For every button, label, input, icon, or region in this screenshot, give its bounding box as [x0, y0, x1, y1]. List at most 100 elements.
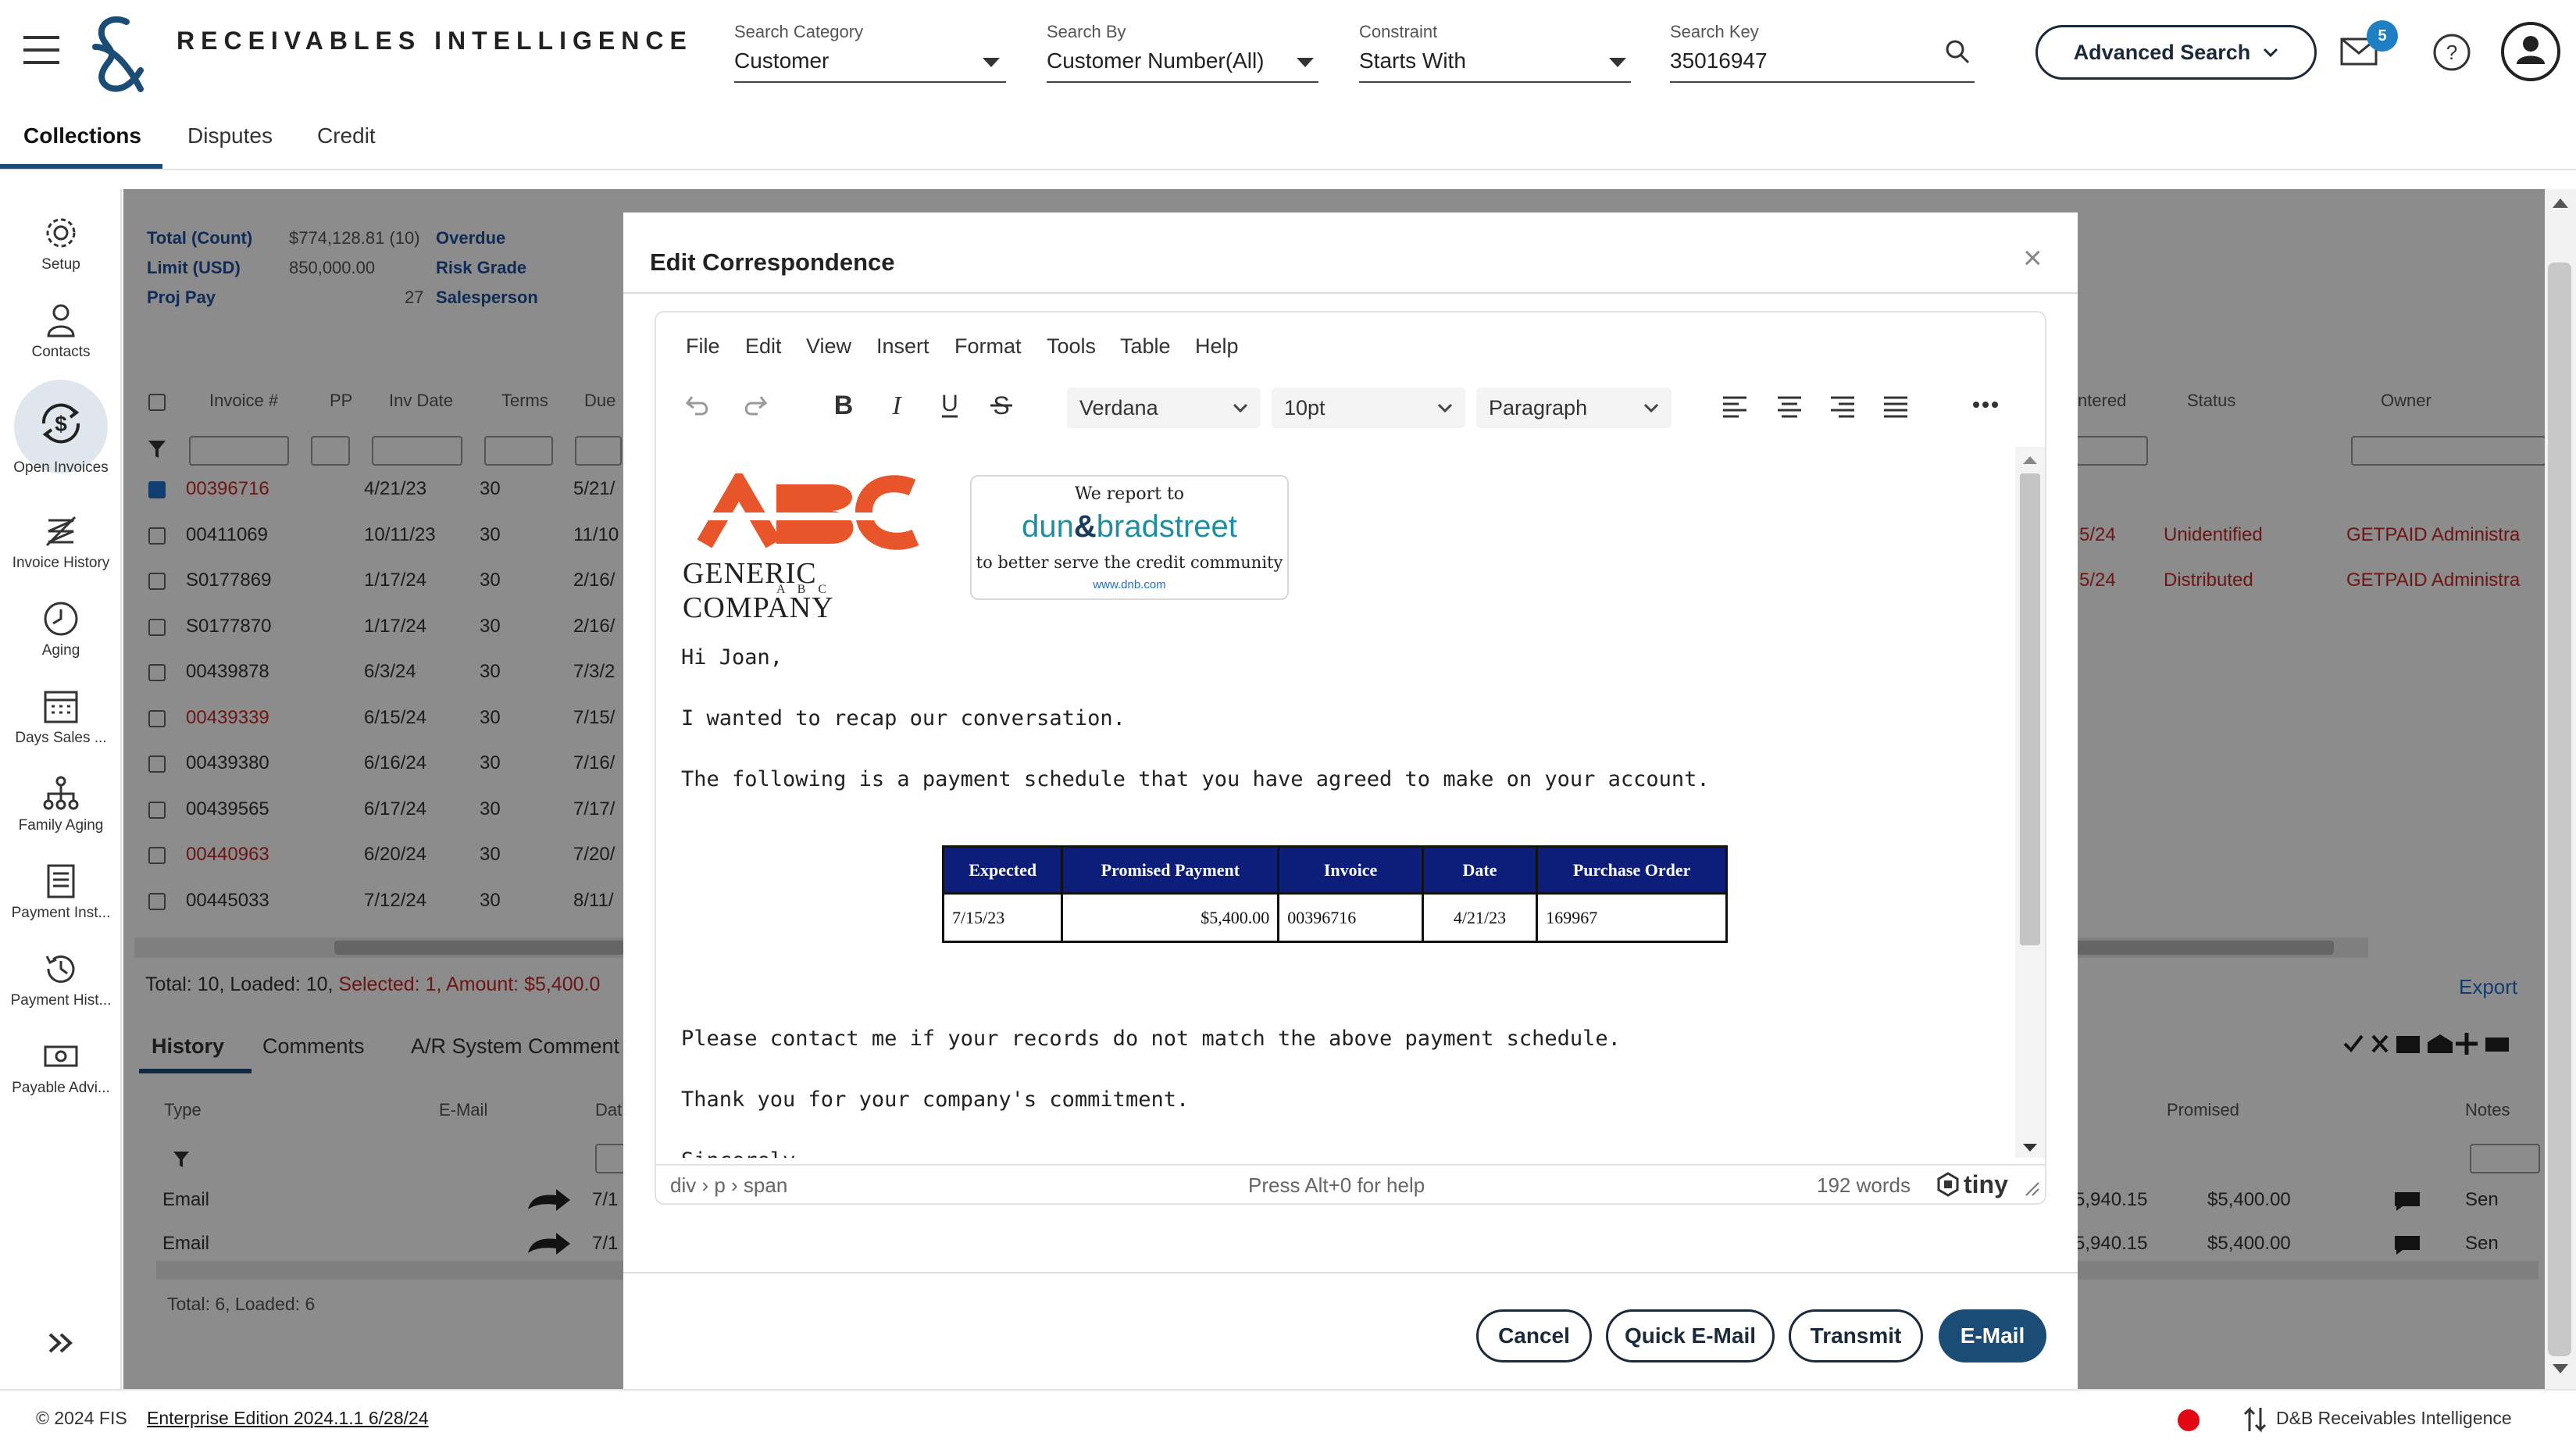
document-icon — [47, 864, 75, 898]
chevron-down-icon — [1643, 403, 1659, 412]
nav-contacts[interactable]: Contacts — [0, 302, 122, 361]
svg-text:B: B — [834, 391, 854, 419]
svg-text:I: I — [891, 391, 902, 419]
menu-help[interactable]: Help — [1195, 334, 1239, 359]
dialog-footer-divider — [623, 1272, 2078, 1273]
search-category-underline — [734, 81, 1006, 83]
nav-invoice-history[interactable]: Invoice History — [0, 512, 122, 572]
dnb-brand-left: dun — [1022, 509, 1074, 544]
font-size-value: 10pt — [1284, 395, 1325, 420]
schedule-header-date: Date — [1421, 845, 1539, 895]
menu-table[interactable]: Table — [1120, 334, 1171, 359]
nav-days-sales[interactable]: Days Sales ... — [0, 688, 122, 747]
clock-icon — [44, 602, 78, 636]
mail-count-badge: 5 — [2367, 20, 2398, 52]
chevron-down-icon[interactable] — [1297, 58, 1314, 67]
bold-icon[interactable]: B — [831, 391, 856, 419]
page-scrollbar-thumb[interactable] — [2548, 262, 2571, 1356]
tab-collections[interactable]: Collections — [23, 123, 141, 148]
expand-nav-icon[interactable] — [47, 1331, 75, 1355]
tiny-logo-icon[interactable] — [1936, 1172, 1961, 1197]
align-right-icon[interactable] — [1829, 395, 1856, 419]
payment-schedule-table: Expected Promised Payment Invoice Date P… — [941, 845, 1728, 943]
block-format-select[interactable]: Paragraph — [1476, 388, 1672, 428]
email-button[interactable]: E-Mail — [1939, 1309, 2046, 1362]
chevron-down-icon[interactable] — [1609, 58, 1626, 67]
schedule-cell-po: 169967 — [1536, 892, 1728, 943]
search-key-underline — [1670, 81, 1975, 83]
strikethrough-icon[interactable]: S — [989, 391, 1014, 419]
constraint-select[interactable]: Starts With — [1359, 48, 1466, 73]
font-size-select[interactable]: 10pt — [1272, 388, 1465, 428]
menu-view[interactable]: View — [806, 334, 851, 359]
nav-aging[interactable]: Aging — [0, 600, 122, 659]
help-hint: Press Alt+0 for help — [1248, 1173, 1425, 1197]
ampersand-logo — [86, 16, 148, 92]
dnb-brand-right: bradstreet — [1096, 509, 1237, 544]
menu-tools[interactable]: Tools — [1047, 334, 1096, 359]
dnb-url: www.dnb.com — [1093, 578, 1166, 591]
dnb-line2: to better serve the credit community — [976, 553, 1283, 572]
more-options-icon[interactable] — [1971, 400, 2000, 409]
user-avatar-icon[interactable] — [2499, 20, 2562, 83]
cancel-button[interactable]: Cancel — [1476, 1309, 1592, 1362]
tab-disputes[interactable]: Disputes — [187, 123, 273, 148]
search-by-select[interactable]: Customer Number(All) — [1047, 48, 1265, 73]
dnb-brand: dun&bradstreet — [1022, 509, 1237, 544]
search-category-select[interactable]: Customer — [734, 48, 829, 73]
nav-open-invoices[interactable]: $ Open Invoices — [0, 398, 122, 477]
editor-scroll-down-icon[interactable] — [2021, 1142, 2039, 1153]
calendar-icon — [44, 691, 78, 723]
svg-text:U: U — [941, 391, 958, 416]
block-format-value: Paragraph — [1489, 395, 1588, 420]
nav-payment-inst[interactable]: Payment Inst... — [0, 862, 122, 922]
scroll-up-icon[interactable] — [2551, 197, 2570, 209]
search-icon[interactable] — [1945, 39, 1970, 64]
chevron-down-icon[interactable] — [983, 58, 1000, 67]
search-key-label: Search Key — [1670, 22, 1759, 41]
redo-icon[interactable] — [740, 391, 769, 419]
generic-company-logo: GENERIC COMPANY A B C — [683, 473, 940, 624]
menu-insert[interactable]: Insert — [876, 334, 929, 359]
editor-scrollbar-thumb[interactable] — [2020, 473, 2040, 945]
tab-credit[interactable]: Credit — [317, 123, 376, 148]
schedule-header-invoice: Invoice — [1277, 845, 1424, 895]
constraint-underline — [1359, 81, 1631, 83]
resize-handle-icon[interactable] — [2025, 1181, 2040, 1197]
advanced-search-button[interactable]: Advanced Search — [2035, 25, 2317, 80]
justify-icon[interactable] — [1882, 395, 1909, 419]
edition-link[interactable]: Enterprise Edition 2024.1.1 6/28/24 — [147, 1408, 429, 1429]
undo-icon[interactable] — [684, 391, 712, 419]
nav-payable-advice[interactable]: Payable Advi... — [0, 1038, 122, 1097]
chevron-down-icon — [1437, 403, 1453, 412]
nav-label: Invoice History — [12, 555, 110, 571]
help-icon[interactable]: ? — [2432, 33, 2471, 72]
scroll-down-icon[interactable] — [2551, 1362, 2570, 1375]
menu-file[interactable]: File — [686, 334, 720, 359]
paragraph-signoff: Sincerely — [681, 1148, 795, 1158]
word-count[interactable]: 192 words — [1817, 1173, 1911, 1198]
status-indicator-dot — [2178, 1409, 2200, 1431]
person-icon — [47, 304, 75, 338]
hamburger-menu-icon[interactable] — [23, 34, 62, 66]
quick-email-button[interactable]: Quick E-Mail — [1606, 1309, 1775, 1362]
font-family-select[interactable]: Verdana — [1067, 388, 1261, 428]
align-left-icon[interactable] — [1721, 395, 1748, 419]
menu-format[interactable]: Format — [954, 334, 1022, 359]
copyright: © 2024 FIS — [36, 1408, 127, 1428]
align-center-icon[interactable] — [1776, 395, 1803, 419]
element-path[interactable]: div › p › span — [670, 1173, 787, 1198]
hierarchy-icon — [43, 776, 79, 810]
underline-icon[interactable]: U — [937, 391, 962, 419]
editor-scroll-up-icon[interactable] — [2021, 455, 2039, 466]
nav-family-aging[interactable]: Family Aging — [0, 775, 122, 834]
transmit-button[interactable]: Transmit — [1789, 1309, 1923, 1362]
close-icon[interactable]: × — [2023, 239, 2043, 277]
nav-setup[interactable]: Setup — [0, 214, 122, 273]
nav-label: Open Invoices — [13, 459, 109, 476]
nav-payment-hist[interactable]: Payment Hist... — [0, 950, 122, 1009]
search-key-input[interactable]: 35016947 — [1670, 48, 1768, 73]
menu-edit[interactable]: Edit — [745, 334, 782, 359]
italic-icon[interactable]: I — [884, 391, 909, 419]
schedule-cell-date: 4/21/23 — [1421, 892, 1539, 943]
